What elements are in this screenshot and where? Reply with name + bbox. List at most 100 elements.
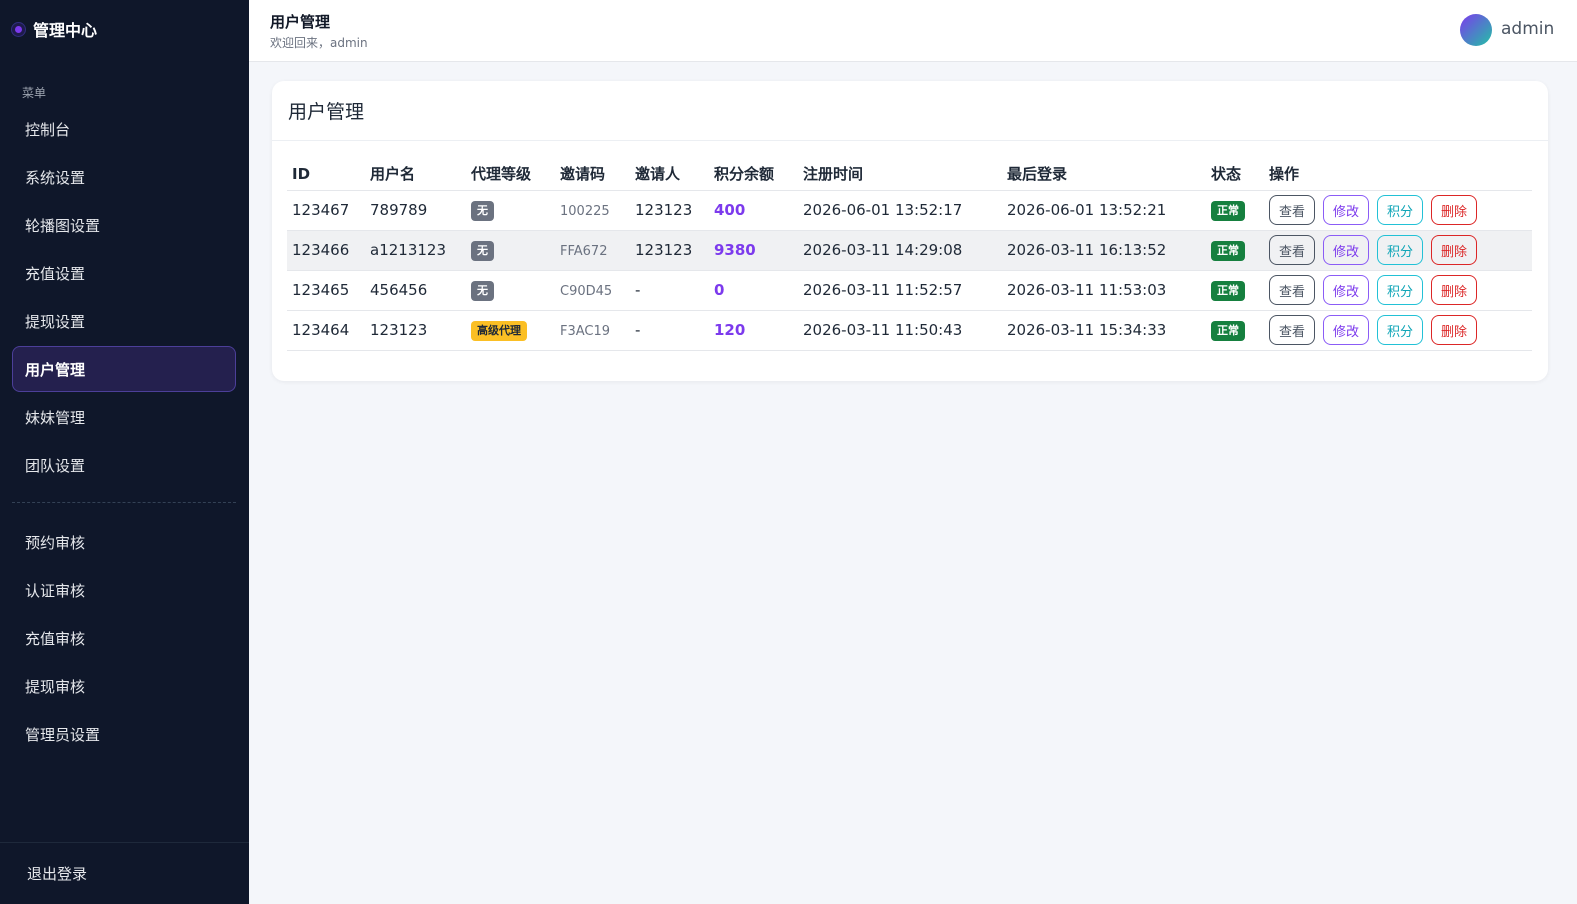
col-last-login-header: 最后登录	[1002, 158, 1206, 191]
current-username[interactable]: admin	[1501, 19, 1554, 39]
sidebar-item-recharge-review[interactable]: 充值审核	[12, 615, 236, 661]
invite-code: C90D45	[560, 284, 613, 299]
brand: 管理中心	[12, 17, 97, 41]
user-management-card: 用户管理 ID 用户名 代理等级 邀请码 邀请人 积分余额 注册时间 最后登录 状态 操作 123…	[272, 81, 1548, 381]
user-id: 123465	[292, 281, 350, 299]
sidebar-item-team-settings[interactable]: 团队设置	[12, 442, 236, 488]
inviter: -	[635, 281, 641, 299]
agent-level-badge: 无	[471, 240, 494, 261]
last-login-time: 2026-03-11 11:53:03	[1007, 281, 1167, 299]
edit-button[interactable]: 修改	[1323, 235, 1369, 265]
cell-id: 123466	[287, 230, 365, 271]
delete-button[interactable]: 删除	[1431, 195, 1477, 225]
sidebar-item-booking-review[interactable]: 预约审核	[12, 519, 236, 565]
welcome-text: 欢迎回来，admin	[270, 36, 368, 50]
logout-area: 退出登录	[0, 842, 249, 904]
agent-level-badge: 高级代理	[471, 320, 527, 341]
sidebar-item-user-management[interactable]: 用户管理	[12, 346, 236, 392]
status-badge: 正常	[1211, 200, 1245, 221]
sidebar: 管理中心 菜单 控制台 系统设置 轮播图设置 充值设置 提现设置 用户管理 妹妹管理 团队设置…	[0, 0, 249, 904]
status-badge: 正常	[1211, 280, 1245, 301]
cell-agent-level: 无	[466, 270, 555, 311]
inviter: 123123	[635, 241, 693, 259]
col-points-header: 积分余额	[709, 158, 798, 191]
username: 123123	[370, 321, 428, 339]
last-login-time: 2026-06-01 13:52:21	[1007, 201, 1167, 219]
sidebar-item-carousel-settings[interactable]: 轮播图设置	[12, 202, 236, 248]
cell-agent-level: 无	[466, 230, 555, 271]
cell-username: 789789	[365, 190, 466, 231]
cell-id: 123465	[287, 270, 365, 311]
delete-button[interactable]: 删除	[1431, 315, 1477, 345]
cell-registered: 2026-03-11 11:52:57	[798, 270, 1002, 311]
logout-button[interactable]: 退出登录	[27, 863, 87, 884]
edit-button[interactable]: 修改	[1323, 195, 1369, 225]
col-username-header: 用户名	[365, 158, 466, 191]
view-button[interactable]: 查看	[1269, 315, 1315, 345]
sidebar-item-dashboard[interactable]: 控制台	[12, 106, 236, 152]
points-button[interactable]: 积分	[1377, 275, 1423, 305]
invite-code: 100225	[560, 204, 610, 219]
sidebar-item-withdraw-settings[interactable]: 提现设置	[12, 298, 236, 344]
menu-caption: 菜单	[22, 86, 47, 100]
cell-actions: 查看 修改 积分 删除	[1264, 190, 1532, 231]
cell-points: 0	[709, 270, 798, 311]
registered-time: 2026-03-11 14:29:08	[803, 241, 963, 259]
points-button[interactable]: 积分	[1377, 315, 1423, 345]
username: 456456	[370, 281, 428, 299]
user-id: 123466	[292, 241, 350, 259]
cell-points: 120	[709, 310, 798, 351]
inviter: 123123	[635, 201, 693, 219]
sidebar-item-sister-management[interactable]: 妹妹管理	[12, 394, 236, 440]
status-badge: 正常	[1211, 320, 1245, 341]
delete-button[interactable]: 删除	[1431, 235, 1477, 265]
sidebar-item-verification-review[interactable]: 认证审核	[12, 567, 236, 613]
last-login-time: 2026-03-11 15:34:33	[1007, 321, 1167, 339]
table-row: 123465 456456 无 C90D45 - 0 2026-03-11 11:52:57…	[287, 270, 1532, 311]
cell-inviter: 123123	[630, 230, 709, 271]
cell-status: 正常	[1206, 230, 1264, 271]
points-button[interactable]: 积分	[1377, 195, 1423, 225]
sidebar-item-system-settings[interactable]: 系统设置	[12, 154, 236, 200]
cell-inviter: -	[630, 270, 709, 311]
cell-status: 正常	[1206, 310, 1264, 351]
sidebar-item-withdraw-review[interactable]: 提现审核	[12, 663, 236, 709]
cell-username: 123123	[365, 310, 466, 351]
user-id: 123467	[292, 201, 350, 219]
card-title: 用户管理	[272, 81, 1548, 141]
avatar[interactable]	[1460, 14, 1492, 46]
user-table: ID 用户名 代理等级 邀请码 邀请人 积分余额 注册时间 最后登录 状态 操作 123467 78…	[287, 158, 1532, 351]
cell-points: 400	[709, 190, 798, 231]
edit-button[interactable]: 修改	[1323, 275, 1369, 305]
brand-logo-icon	[12, 22, 25, 36]
cell-status: 正常	[1206, 190, 1264, 231]
invite-code: FFA672	[560, 244, 608, 259]
sidebar-item-admin-settings[interactable]: 管理员设置	[12, 711, 236, 757]
registered-time: 2026-03-11 11:50:43	[803, 321, 963, 339]
col-registered-header: 注册时间	[798, 158, 1002, 191]
view-button[interactable]: 查看	[1269, 195, 1315, 225]
col-id-header: ID	[287, 158, 365, 191]
cell-id: 123464	[287, 310, 365, 351]
table-body: 123467 789789 无 100225 123123 400 2026-06-01 1…	[287, 190, 1532, 351]
edit-button[interactable]: 修改	[1323, 315, 1369, 345]
points-button[interactable]: 积分	[1377, 235, 1423, 265]
view-button[interactable]: 查看	[1269, 275, 1315, 305]
page-title: 用户管理	[270, 13, 331, 31]
brand-title: 管理中心	[33, 21, 98, 40]
col-actions-header: 操作	[1264, 158, 1532, 191]
cell-invite-code: F3AC19	[555, 310, 630, 351]
last-login-time: 2026-03-11 16:13:52	[1007, 241, 1167, 259]
sidebar-item-recharge-settings[interactable]: 充值设置	[12, 250, 236, 296]
view-button[interactable]: 查看	[1269, 235, 1315, 265]
table-row: 123467 789789 无 100225 123123 400 2026-06-01 1…	[287, 190, 1532, 231]
cell-id: 123467	[287, 190, 365, 231]
cell-registered: 2026-03-11 14:29:08	[798, 230, 1002, 271]
delete-button[interactable]: 删除	[1431, 275, 1477, 305]
cell-status: 正常	[1206, 270, 1264, 311]
cell-invite-code: FFA672	[555, 230, 630, 271]
agent-level-badge: 无	[471, 280, 494, 301]
username: a1213123	[370, 241, 446, 259]
cell-registered: 2026-03-11 11:50:43	[798, 310, 1002, 351]
cell-registered: 2026-06-01 13:52:17	[798, 190, 1002, 231]
